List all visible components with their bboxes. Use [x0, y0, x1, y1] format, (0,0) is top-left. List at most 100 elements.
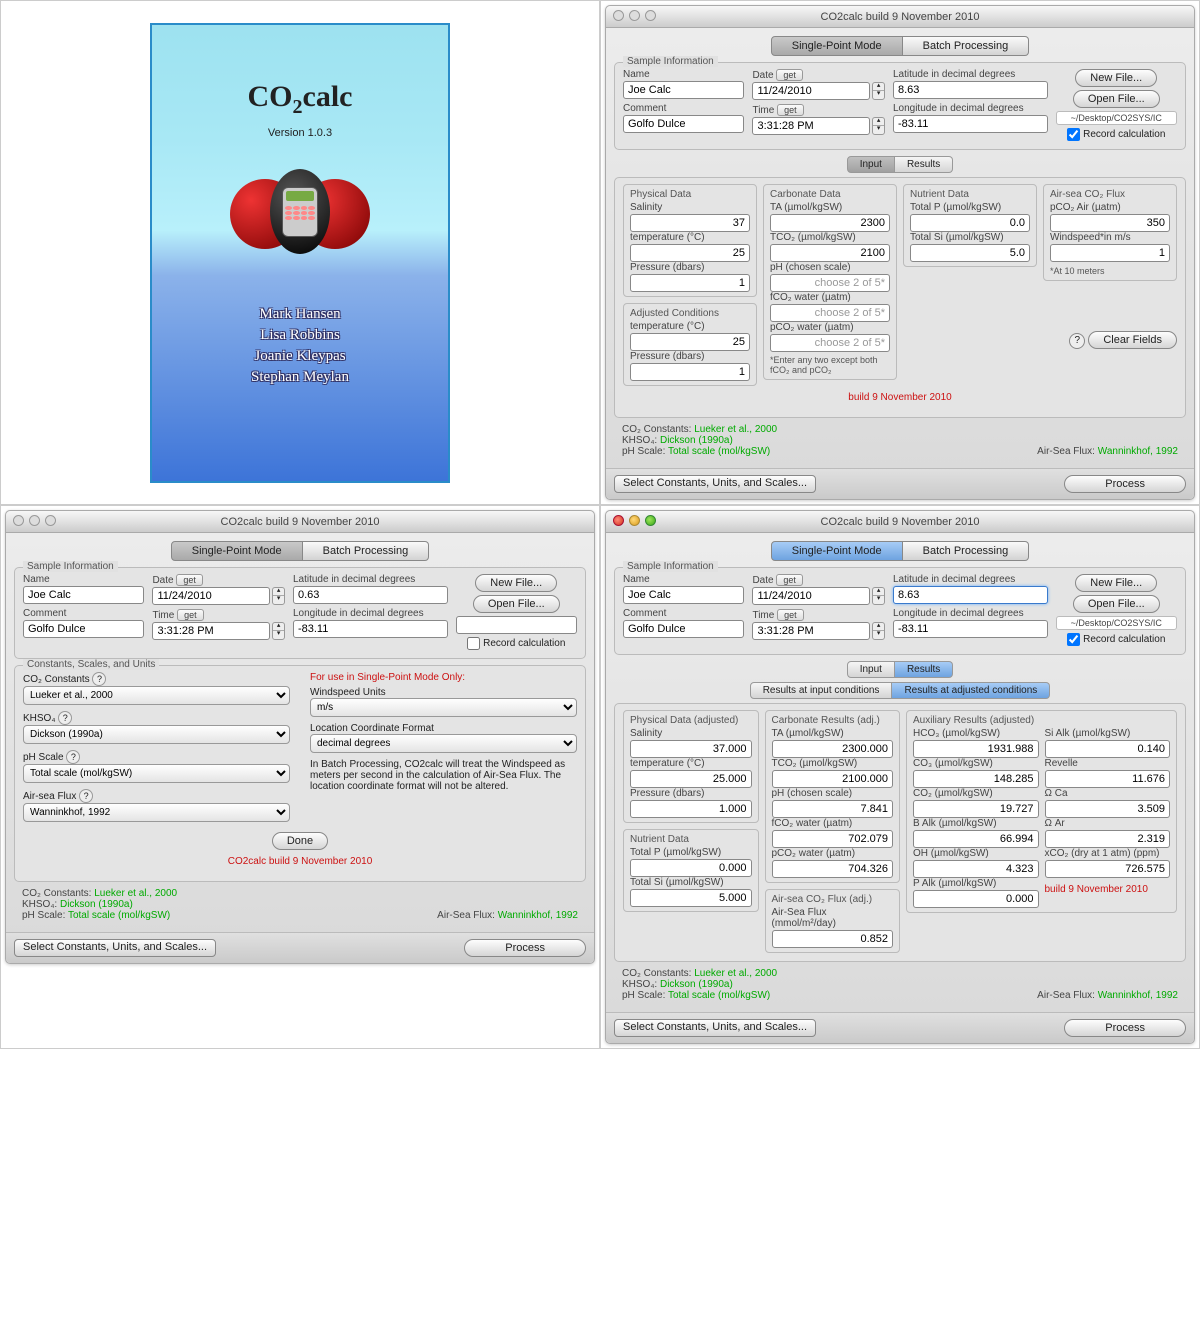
tco2-field[interactable] — [770, 244, 890, 262]
tab-batch-3[interactable]: Batch Processing — [903, 541, 1030, 561]
traffic-lights-2[interactable] — [13, 515, 56, 526]
subtab-results-adjusted[interactable]: Results at adjusted conditions — [892, 682, 1050, 699]
name-field-2[interactable] — [23, 586, 144, 604]
new-file-button[interactable]: New File... — [1075, 69, 1157, 87]
longitude-field-3[interactable] — [893, 620, 1048, 638]
select-constants-button[interactable]: Select Constants, Units, and Scales... — [614, 475, 816, 493]
help-co2-icon[interactable]: ? — [92, 672, 106, 686]
tab-single-point-3[interactable]: Single-Point Mode — [771, 541, 903, 561]
r-totalsi — [630, 889, 752, 907]
windspeed-units-select[interactable]: m/s — [310, 698, 577, 717]
tab-single-point-2[interactable]: Single-Point Mode — [171, 541, 303, 561]
khso4-select[interactable]: Dickson (1990a) — [23, 725, 290, 744]
windspeed-field[interactable] — [1050, 244, 1170, 262]
comment-field[interactable] — [623, 115, 744, 133]
totalsi-field[interactable] — [910, 244, 1030, 262]
subtab-results-input[interactable]: Results at input conditions — [750, 682, 893, 699]
ta-field[interactable] — [770, 214, 890, 232]
window-title-3: CO2calc build 9 November 2010 — [606, 511, 1194, 533]
longitude-field-2[interactable] — [293, 620, 448, 638]
subtab-results-3[interactable]: Results — [895, 661, 953, 678]
phscale-select[interactable]: Total scale (mol/kgSW) — [23, 764, 290, 783]
airsea-select[interactable]: Wanninkhof, 1992 — [23, 803, 290, 822]
pco2-field[interactable] — [770, 334, 890, 352]
help-icon[interactable]: ? — [1069, 333, 1085, 349]
traffic-lights[interactable] — [613, 10, 656, 21]
date-stepper[interactable]: ▴▾ — [872, 82, 885, 100]
adj-pressure-field[interactable] — [630, 363, 750, 381]
time-stepper[interactable]: ▴▾ — [872, 117, 885, 135]
totalp-field[interactable] — [910, 214, 1030, 232]
window-title: CO2calc build 9 November 2010 — [606, 6, 1194, 28]
record-checkbox[interactable] — [1067, 128, 1080, 141]
close-icon — [613, 10, 624, 21]
close-icon — [613, 515, 624, 526]
zoom-icon — [645, 515, 656, 526]
adj-temperature-field[interactable] — [630, 333, 750, 351]
molecule-logo — [230, 169, 370, 259]
window-title-2: CO2calc build 9 November 2010 — [6, 511, 594, 533]
minimize-icon — [629, 515, 640, 526]
comment-field-3[interactable] — [623, 620, 744, 638]
r-totalp — [630, 859, 752, 877]
subtab-results[interactable]: Results — [895, 156, 953, 173]
open-file-button-2[interactable]: Open File... — [473, 595, 560, 613]
open-file-button-3[interactable]: Open File... — [1073, 595, 1160, 613]
date-field[interactable] — [752, 82, 870, 100]
r-press — [630, 800, 752, 818]
r-salinity — [630, 740, 752, 758]
process-button[interactable]: Process — [1064, 475, 1186, 493]
ph-field[interactable] — [770, 274, 890, 292]
fco2-field[interactable] — [770, 304, 890, 322]
tab-batch-2[interactable]: Batch Processing — [303, 541, 430, 561]
minimize-icon — [629, 10, 640, 21]
longitude-field[interactable] — [893, 115, 1048, 133]
build-note: build 9 November 2010 — [623, 392, 1177, 403]
sample-info-legend: Sample Information — [623, 56, 718, 67]
open-file-button[interactable]: Open File... — [1073, 90, 1160, 108]
r-temp — [630, 770, 752, 788]
location-format-select[interactable]: decimal degrees — [310, 734, 577, 753]
traffic-lights-3[interactable] — [613, 515, 656, 526]
authors: Mark HansenLisa Robbins Joanie KleypasSt… — [152, 304, 448, 388]
subtab-input[interactable]: Input — [847, 156, 895, 173]
latitude-field[interactable] — [893, 81, 1048, 99]
process-button-3[interactable]: Process — [1064, 1019, 1186, 1037]
comment-field-2[interactable] — [23, 620, 144, 638]
record-checkbox-2[interactable] — [467, 637, 480, 650]
tab-batch[interactable]: Batch Processing — [903, 36, 1030, 56]
get-date-button[interactable]: get — [776, 69, 803, 81]
help-airsea-icon[interactable]: ? — [79, 789, 93, 803]
co2-constants-select[interactable]: Lueker et al., 2000 — [23, 686, 290, 705]
new-file-button-3[interactable]: New File... — [1075, 574, 1157, 592]
help-ph-icon[interactable]: ? — [66, 750, 80, 764]
name-field[interactable] — [623, 81, 744, 99]
process-button-2[interactable]: Process — [464, 939, 586, 957]
get-date-button-2[interactable]: get — [176, 574, 203, 586]
tab-single-point[interactable]: Single-Point Mode — [771, 36, 903, 56]
zoom-icon — [645, 10, 656, 21]
app-title: CO2calc — [152, 80, 448, 119]
pressure-field[interactable] — [630, 274, 750, 292]
new-file-button-2[interactable]: New File... — [475, 574, 557, 592]
time-field[interactable] — [752, 117, 870, 135]
get-time-button[interactable]: get — [777, 104, 804, 116]
select-constants-button-2[interactable]: Select Constants, Units, and Scales... — [14, 939, 216, 957]
salinity-field[interactable] — [630, 214, 750, 232]
splash-screen: CO2calc Version 1.0.3 Mark HansenLisa Ro… — [150, 23, 450, 483]
select-constants-button-3[interactable]: Select Constants, Units, and Scales... — [614, 1019, 816, 1037]
latitude-field-3[interactable] — [893, 586, 1048, 604]
help-khso4-icon[interactable]: ? — [58, 711, 72, 725]
name-field-3[interactable] — [623, 586, 744, 604]
subtab-input-3[interactable]: Input — [847, 661, 895, 678]
pco2air-field[interactable] — [1050, 214, 1170, 232]
record-checkbox-3[interactable] — [1067, 633, 1080, 646]
temperature-field[interactable] — [630, 244, 750, 262]
done-button[interactable]: Done — [272, 832, 328, 850]
latitude-field-2[interactable] — [293, 586, 448, 604]
clear-fields-button[interactable]: Clear Fields — [1088, 331, 1177, 349]
file-path: ~/Desktop/CO2SYS/IC — [1056, 111, 1177, 125]
file-path-2[interactable] — [456, 616, 577, 634]
version-label: Version 1.0.3 — [152, 127, 448, 139]
get-time-button-2[interactable]: get — [177, 609, 204, 621]
